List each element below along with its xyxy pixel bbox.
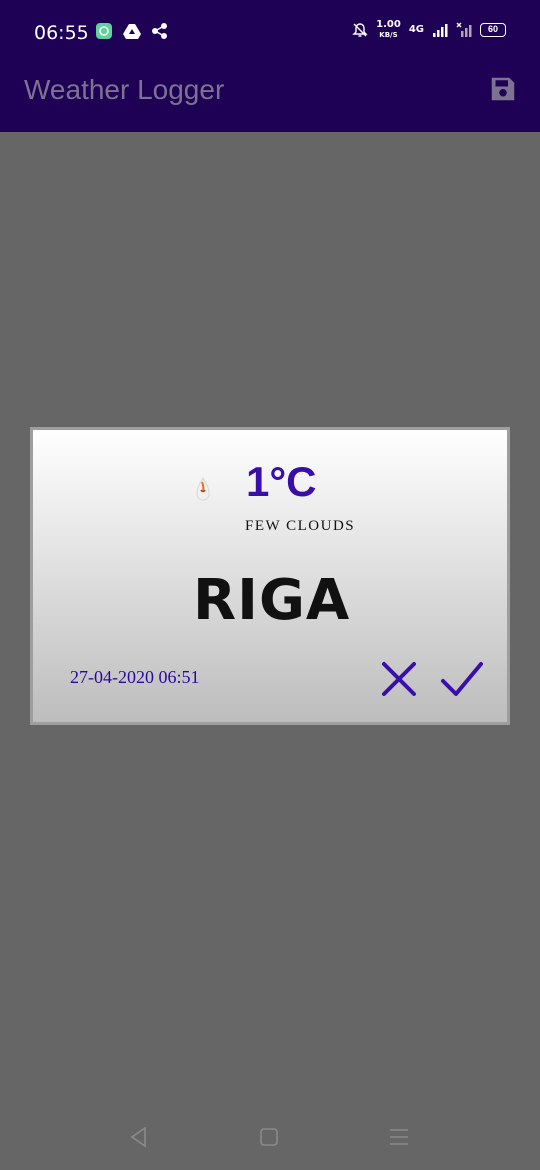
share-icon (152, 23, 167, 39)
drive-icon (123, 24, 141, 39)
network-speed-unit: KB/S (379, 31, 398, 39)
status-notification-icons (95, 22, 169, 40)
chat-app-icon (96, 23, 112, 39)
network-speed-value: 1.00 (376, 19, 401, 30)
weather-dialog: 1°C FEW CLOUDS RIGA 27-04-2020 06:51 (30, 427, 510, 725)
status-system-icons: 1.00 KB/S 4G 60 (352, 20, 506, 40)
log-datetime: 27-04-2020 06:51 (70, 667, 200, 687)
network-type: 4G (408, 24, 424, 35)
signal-no-service-icon (456, 22, 472, 37)
check-icon[interactable] (440, 660, 484, 698)
mute-bell-icon (352, 23, 368, 37)
city-name: RIGA (193, 568, 351, 633)
app-title: Weather Logger (24, 74, 225, 105)
home-icon[interactable] (260, 1128, 278, 1146)
signal-icon (433, 24, 448, 37)
navigation-bar (0, 1100, 540, 1170)
app-bar: Weather Logger (0, 48, 540, 132)
close-icon[interactable] (380, 660, 418, 698)
battery-indicator: 60 (480, 23, 506, 37)
recent-apps-icon[interactable] (389, 1128, 409, 1146)
save-icon[interactable] (488, 74, 518, 104)
network-speed: 1.00 KB/S (376, 20, 401, 40)
back-icon[interactable] (128, 1126, 150, 1148)
temperature: 1°C (246, 458, 317, 505)
status-bar: 06:55 1.00 KB/S 4G 60 (0, 0, 540, 48)
weather-icon (196, 476, 210, 501)
status-time: 06:55 (34, 22, 89, 44)
weather-description: FEW CLOUDS (245, 518, 356, 534)
